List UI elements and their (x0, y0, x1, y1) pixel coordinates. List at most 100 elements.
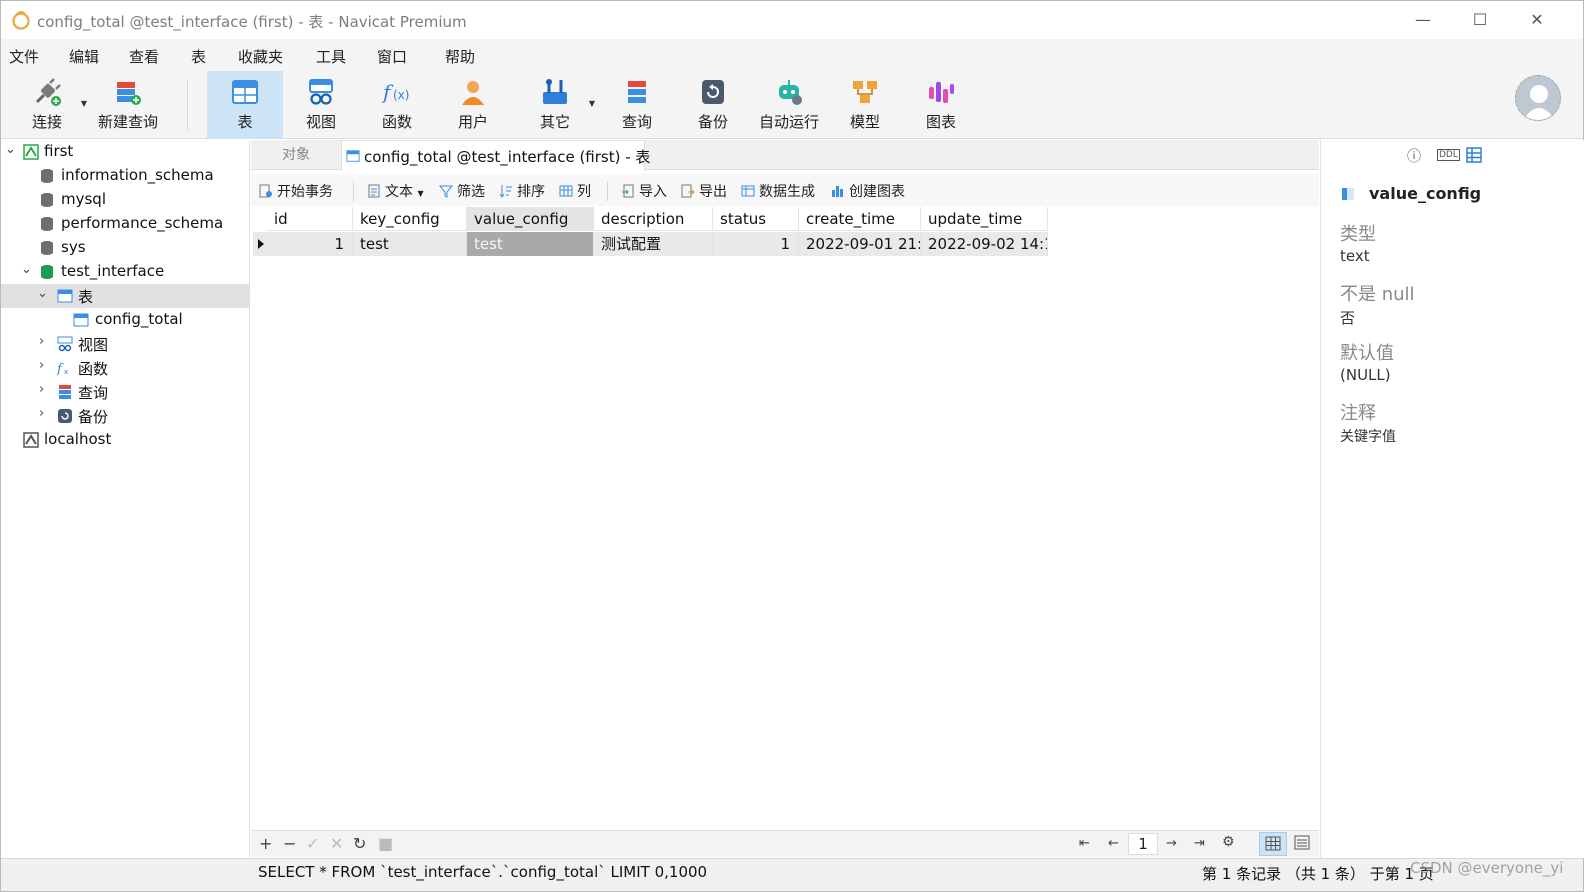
page-number-field[interactable]: 1 (1128, 833, 1158, 855)
sort-button[interactable]: 排序 (499, 181, 545, 201)
tab-config-total[interactable]: config_total @test_interface (first) - 表 (341, 140, 650, 171)
menu-window[interactable]: 窗口 (377, 46, 407, 67)
tab-objects[interactable]: 对象 (253, 140, 339, 170)
new-query-button[interactable]: 新建查询 (93, 71, 163, 139)
filter-label: 筛选 (457, 184, 485, 200)
columns-button[interactable]: 列 (559, 181, 591, 201)
discard-changes-icon[interactable]: ✕ (330, 834, 343, 853)
chevron-right-icon[interactable]: › (39, 406, 44, 421)
cell-id[interactable]: 1 (267, 232, 353, 256)
function-button[interactable]: f (x) 函数 (367, 71, 427, 139)
table-button[interactable]: 表 (207, 71, 283, 139)
menu-edit[interactable]: 编辑 (69, 46, 99, 67)
tree-node-test-interface[interactable]: ⌄ test_interface (1, 260, 249, 284)
previous-page-icon[interactable]: ← (1108, 836, 1119, 851)
cell-value-config[interactable]: test (467, 232, 594, 256)
menu-favorites[interactable]: 收藏夹 (238, 46, 283, 67)
tree-node-localhost[interactable]: localhost (1, 428, 249, 452)
menu-tools[interactable]: 工具 (316, 46, 346, 67)
add-record-icon[interactable]: + (259, 834, 272, 853)
import-button[interactable]: 导入 (621, 181, 667, 201)
tree-node-sys[interactable]: sys (1, 236, 249, 260)
begin-transaction-button[interactable]: 开始事务 (259, 181, 333, 201)
record-toolbar: + − ✓ ✕ ↻ ■ ⇤ ← 1 → ⇥ ⚙ (251, 830, 1319, 857)
user-avatar[interactable] (1515, 75, 1561, 121)
toolbar-separator (353, 181, 354, 201)
cell-status[interactable]: 1 (713, 232, 799, 256)
other-dropdown-icon[interactable]: ▼ (589, 99, 595, 108)
apply-changes-icon[interactable]: ✓ (306, 834, 319, 853)
connect-dropdown-icon[interactable]: ▼ (81, 99, 87, 108)
function-label: 函数 (381, 113, 412, 131)
chart-icon (929, 82, 954, 103)
filter-button[interactable]: 筛选 (439, 181, 485, 201)
tree-label-backups: 备份 (78, 408, 109, 426)
tree-node-queries[interactable]: › 查询 (1, 380, 249, 404)
cell-update-time[interactable]: 2022-09-02 14:1 (921, 232, 1048, 256)
chart-button[interactable]: 图表 (911, 71, 971, 139)
ddl-icon[interactable]: DDL (1437, 149, 1460, 161)
cell-key-config[interactable]: test (353, 232, 467, 256)
cell-create-time[interactable]: 2022-09-01 21: (799, 232, 921, 256)
backup-button[interactable]: 备份 (683, 71, 743, 139)
data-generation-button[interactable]: 数据生成 (741, 181, 815, 201)
tree-node-config-total[interactable]: config_total (1, 308, 249, 332)
tree-node-performance-schema[interactable]: performance_schema (1, 212, 249, 236)
next-page-icon[interactable]: → (1166, 836, 1177, 851)
model-button[interactable]: 模型 (835, 71, 895, 139)
tree-node-mysql[interactable]: mysql (1, 188, 249, 212)
column-header-id[interactable]: id (267, 207, 353, 231)
maximize-button[interactable]: ☐ (1452, 1, 1508, 39)
menu-file[interactable]: 文件 (9, 46, 39, 67)
query-button[interactable]: 查询 (607, 71, 667, 139)
menu-view[interactable]: 查看 (129, 46, 159, 67)
info-icon[interactable]: ⓘ (1407, 146, 1421, 166)
editor-tabs: 对象 config_total @test_interface (first) … (251, 140, 1319, 171)
chevron-right-icon[interactable]: › (39, 382, 44, 397)
tree-node-backups[interactable]: › 备份 (1, 404, 249, 428)
tree-node-functions[interactable]: › f x 函数 (1, 356, 249, 380)
export-button[interactable]: 导出 (681, 181, 727, 201)
tree-node-information-schema[interactable]: information_schema (1, 164, 249, 188)
refresh-icon[interactable]: ↻ (353, 834, 366, 853)
chevron-down-icon[interactable]: ⌄ (37, 286, 48, 301)
column-header-status[interactable]: status (713, 207, 799, 231)
minimize-button[interactable]: — (1395, 1, 1451, 39)
grid-view-button[interactable] (1259, 832, 1287, 856)
chevron-right-icon[interactable]: › (39, 358, 44, 373)
other-button[interactable]: ▼ 其它 (525, 71, 595, 139)
automation-button[interactable]: 自动运行 (755, 71, 823, 139)
navicat-window: config_total @test_interface (first) - 表… (0, 0, 1584, 892)
menu-help[interactable]: 帮助 (445, 46, 475, 67)
gear-icon[interactable]: ⚙ (1222, 834, 1235, 850)
close-button[interactable]: ✕ (1509, 1, 1565, 39)
chevron-down-icon[interactable]: ⌄ (5, 142, 16, 157)
connect-button[interactable]: ▼ 连接 (17, 71, 87, 139)
column-header-description[interactable]: description (594, 207, 713, 231)
delete-record-icon[interactable]: − (283, 834, 296, 853)
column-header-key-config[interactable]: key_config (353, 207, 467, 231)
column-header-update-time[interactable]: update_time (921, 207, 1048, 231)
text-view-button[interactable]: 文本 ▼ (367, 181, 424, 201)
model-icon (853, 81, 877, 103)
text-dropdown-icon[interactable]: ▼ (417, 189, 423, 198)
chevron-down-icon[interactable]: ⌄ (21, 262, 32, 277)
chevron-right-icon[interactable]: › (39, 334, 44, 349)
form-view-button[interactable] (1289, 832, 1317, 856)
column-header-create-time[interactable]: create_time (799, 207, 921, 231)
cell-description[interactable]: 测试配置 (594, 232, 713, 256)
field-notnull-label: 不是 null (1340, 284, 1415, 305)
create-chart-button[interactable]: 创建图表 (831, 181, 905, 201)
user-button[interactable]: 用户 (443, 71, 503, 139)
tree-node-views[interactable]: › 视图 (1, 332, 249, 356)
field-type-value: text (1340, 247, 1370, 265)
first-page-icon[interactable]: ⇤ (1079, 836, 1090, 851)
column-header-value-config[interactable]: value_config (467, 207, 594, 231)
tree-node-tables[interactable]: ⌄ 表 (1, 284, 249, 308)
view-button[interactable]: 视图 (291, 71, 351, 139)
field-layout-icon[interactable] (1466, 147, 1482, 163)
tree-node-first[interactable]: ⌄ first (1, 140, 249, 164)
stop-icon[interactable]: ■ (378, 834, 393, 853)
menu-table[interactable]: 表 (191, 46, 206, 67)
last-page-icon[interactable]: ⇥ (1194, 836, 1205, 851)
